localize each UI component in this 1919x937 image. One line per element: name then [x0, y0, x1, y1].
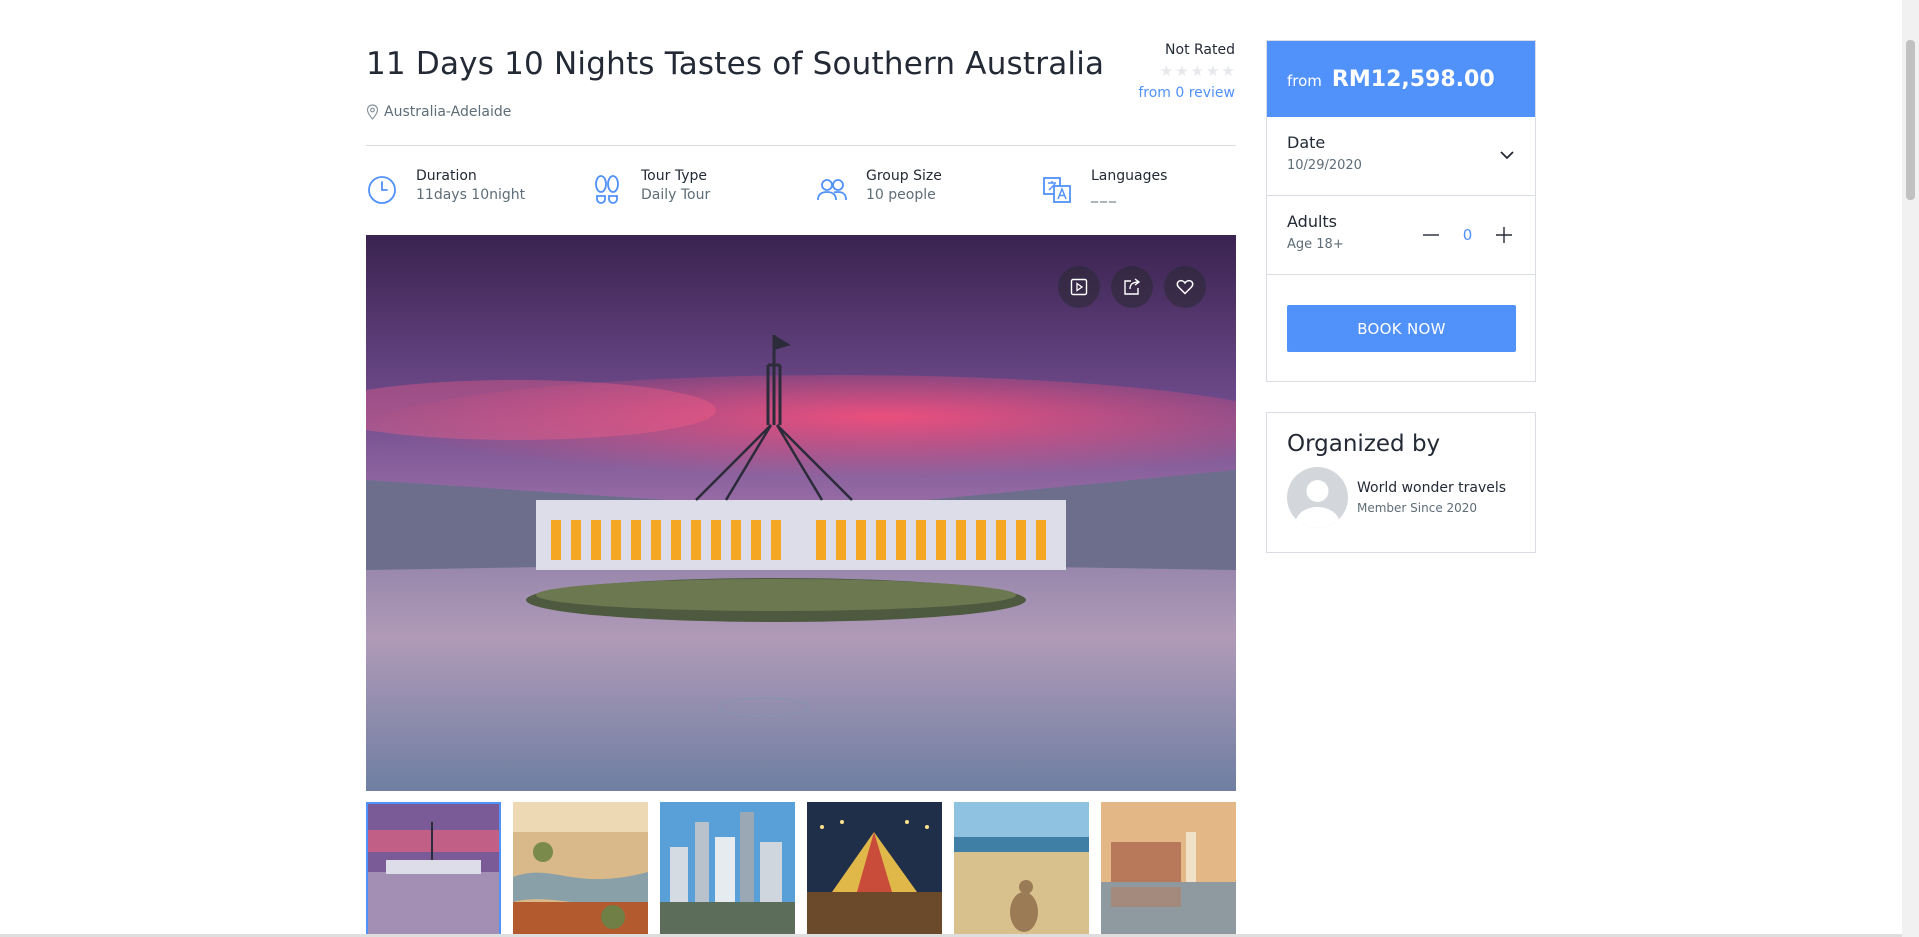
share-button[interactable] [1111, 266, 1153, 308]
thumbnail-image [366, 802, 501, 937]
adults-selector: Adults Age 18+ 0 [1267, 196, 1535, 275]
clock-icon [368, 176, 396, 204]
minus-icon [1423, 234, 1439, 236]
thumbnail-image [954, 802, 1089, 937]
info-value: ___ [1091, 187, 1118, 203]
star-icon: ★ [1221, 62, 1235, 80]
date-value: 10/29/2020 [1287, 158, 1362, 173]
location-text: Australia-Adelaide [384, 104, 512, 120]
info-duration: Duration 11days 10night [366, 168, 525, 206]
increment-button[interactable] [1493, 224, 1515, 246]
rating-label: Not Rated [1165, 42, 1235, 58]
thumbnail-image [660, 802, 795, 937]
info-group-size: Group Size 10 people [816, 168, 942, 206]
thumbnail-image [807, 802, 942, 937]
tour-page: 11 Days 10 Nights Tastes of Southern Aus… [0, 0, 1919, 937]
thumbnail-strip [366, 802, 1236, 937]
info-label: Languages [1091, 168, 1168, 184]
map-pin-icon [366, 104, 379, 120]
price-value: RM12,598.00 [1331, 66, 1495, 92]
thumbnail-river[interactable] [513, 802, 648, 937]
reviews-link[interactable]: from 0 review [1138, 85, 1235, 101]
languages-icon [1043, 177, 1071, 203]
star-icon: ★ [1175, 62, 1189, 80]
star-icon: ★ [1190, 62, 1205, 80]
thumbnail-harbour[interactable] [1101, 802, 1236, 937]
thumbnail-city[interactable] [660, 802, 795, 937]
parliament-house-photo [366, 235, 1236, 791]
info-value: Daily Tour [641, 187, 711, 203]
info-tour-type: Tour Type Daily Tour [591, 168, 710, 206]
heart-icon [1176, 279, 1194, 295]
organizer-name[interactable]: World wonder travels [1357, 480, 1506, 496]
main-gallery-image[interactable] [366, 235, 1236, 791]
organizer-info: World wonder travels Member Since 2020 [1287, 467, 1515, 528]
info-value: 10 people [866, 187, 936, 203]
book-now-button[interactable]: BOOK NOW [1287, 305, 1516, 352]
info-label: Group Size [866, 168, 942, 184]
user-icon [1295, 480, 1340, 528]
rating-block: Not Rated ★ ★ ★ ★ ★ from 0 review [1138, 42, 1235, 101]
organizer-card: Organized by World wonder travels Member… [1266, 412, 1536, 553]
organizer-since: Member Since 2020 [1357, 501, 1478, 515]
star-icon: ★ [1206, 62, 1220, 80]
divider [366, 145, 1236, 146]
scrollbar-thumb[interactable] [1906, 40, 1915, 200]
thumbnail-image [1101, 802, 1236, 937]
avatar[interactable] [1287, 467, 1348, 528]
info-label: Tour Type [641, 168, 707, 184]
favorite-button[interactable] [1164, 266, 1206, 308]
date-selector[interactable]: Date 10/29/2020 [1267, 117, 1535, 196]
price-from-label: from [1287, 72, 1322, 90]
thumbnail-kangaroo[interactable] [954, 802, 1089, 937]
booking-panel: from RM12,598.00 Date 10/29/2020 Adults … [1266, 40, 1536, 382]
video-button[interactable] [1058, 266, 1100, 308]
chevron-down-icon[interactable] [1499, 147, 1515, 163]
adults-count[interactable]: 0 [1442, 226, 1493, 244]
thumbnail-festival[interactable] [807, 802, 942, 937]
footprints-icon [595, 175, 619, 204]
decrement-button[interactable] [1420, 224, 1442, 246]
page-title: 11 Days 10 Nights Tastes of Southern Aus… [366, 46, 1105, 82]
video-icon [1070, 278, 1088, 296]
price-bar: from RM12,598.00 [1267, 41, 1535, 117]
share-icon [1124, 278, 1141, 295]
thumbnail-parliament[interactable] [366, 802, 501, 937]
info-label: Duration [416, 168, 477, 184]
star-rating: ★ ★ ★ ★ ★ [1138, 64, 1235, 79]
star-icon: ★ [1159, 62, 1174, 80]
thumbnail-image [513, 802, 648, 937]
organizer-heading: Organized by [1287, 431, 1441, 457]
vertical-scrollbar[interactable] [1902, 0, 1919, 937]
plus-icon [1496, 227, 1512, 243]
info-languages: Languages ___ [1041, 168, 1167, 206]
group-icon [817, 179, 847, 201]
date-label: Date [1287, 133, 1326, 152]
location: Australia-Adelaide [366, 104, 511, 120]
adults-stepper: 0 [1420, 224, 1515, 246]
info-value: 11days 10night [416, 187, 526, 203]
